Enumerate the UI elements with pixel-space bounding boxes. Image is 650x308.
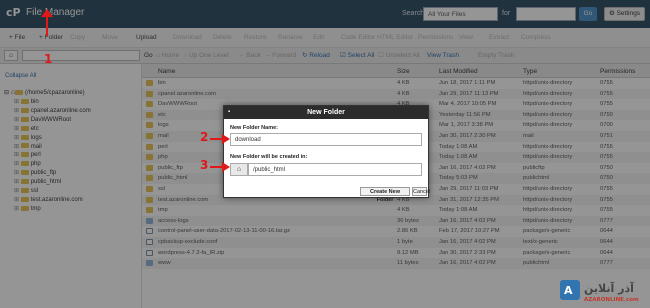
step-2-number: 2 (200, 130, 209, 144)
folder-name-label: New Folder Name: (230, 125, 278, 131)
step-3-arrow-icon (210, 162, 230, 172)
watermark-logo: A آذر آنلاین AZARONLINE.com (560, 280, 639, 303)
svg-text:AZARONLINE.com: AZARONLINE.com (584, 297, 639, 303)
location-input[interactable]: /public_html (248, 163, 422, 176)
close-icon[interactable]: ▪ (228, 109, 234, 115)
step-1-arrow-icon (41, 9, 53, 36)
cancel-button[interactable]: Cancel (412, 187, 430, 196)
step-1-number: 1 (44, 52, 53, 66)
svg-text:آذر آنلاین: آذر آنلاین (584, 281, 634, 295)
folder-name-input[interactable]: download (230, 133, 422, 146)
home-icon: ⌂ (230, 163, 248, 176)
step-3-number: 3 (200, 158, 209, 172)
step-2-arrow-icon (210, 134, 230, 144)
dialog-title: New Folder (224, 106, 428, 119)
svg-text:A: A (564, 284, 573, 297)
new-folder-dialog: New Folder ▪ New Folder Name: download N… (223, 105, 430, 203)
location-label: New Folder will be created in: (230, 154, 308, 160)
create-folder-button[interactable]: Create New Folder (360, 187, 410, 203)
